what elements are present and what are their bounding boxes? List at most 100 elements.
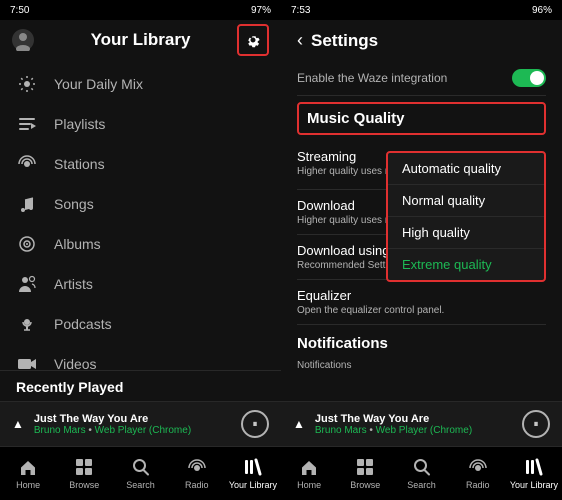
download-using-sub: Recommended Setti [297, 260, 400, 271]
songs-icon [16, 194, 38, 214]
right-browse-icon [355, 457, 375, 477]
left-nav-home[interactable]: Home [0, 447, 56, 500]
right-battery: 96% [532, 5, 552, 16]
right-nav-browse-label: Browse [350, 480, 380, 490]
right-nav-home[interactable]: Home [281, 447, 337, 500]
sidebar-item-songs[interactable]: Songs [0, 184, 281, 224]
left-nav-library[interactable]: Your Library [225, 447, 281, 500]
waze-toggle[interactable] [512, 69, 546, 87]
left-nav-library-label: Your Library [229, 480, 277, 490]
videos-label: Videos [54, 356, 97, 370]
playlists-label: Playlists [54, 116, 105, 132]
right-status-right: 96% [532, 5, 552, 16]
left-time: 7:50 [10, 5, 29, 16]
sidebar-item-videos[interactable]: Videos [0, 344, 281, 370]
library-icon [243, 457, 263, 477]
right-bottom-nav: Home Browse Search Radio Your Library [281, 446, 562, 500]
left-nav-home-label: Home [16, 480, 40, 490]
right-status-bar: 7:53 96% [281, 0, 562, 20]
left-nav-radio[interactable]: Radio [169, 447, 225, 500]
right-np-song-title: Just The Way You Are [315, 413, 512, 425]
right-np-artist: Bruno Mars • Web Player (Chrome) [315, 425, 512, 436]
right-chevron-up-icon: ▲ [293, 417, 305, 431]
sidebar-item-daily-mix[interactable]: Your Daily Mix [0, 64, 281, 104]
notifications-section-header: Notifications [297, 325, 546, 358]
quality-option-high[interactable]: High quality [388, 217, 544, 249]
recently-played-title: Recently Played [0, 370, 281, 401]
left-status-bar: 7:50 97% [0, 0, 281, 20]
right-panel: 7:53 96% ‹ Settings Enable the Waze inte… [281, 0, 562, 500]
right-nav-search[interactable]: Search [393, 447, 449, 500]
settings-gear-button[interactable] [237, 24, 269, 56]
right-now-playing-info: Just The Way You Are Bruno Mars • Web Pl… [315, 413, 512, 436]
left-nav-browse-label: Browse [69, 480, 99, 490]
sidebar-item-podcasts[interactable]: Podcasts [0, 304, 281, 344]
streaming-setting-row: Streaming Higher quality uses more data.… [297, 141, 546, 190]
right-header-title: Settings [311, 31, 378, 51]
left-nav-search[interactable]: Search [112, 447, 168, 500]
playlists-icon [16, 114, 38, 134]
download-using-label: Download using c [297, 243, 400, 258]
left-nav-radio-label: Radio [185, 480, 209, 490]
left-header-title: Your Library [91, 30, 191, 50]
right-library-icon [524, 457, 544, 477]
quality-option-normal[interactable]: Normal quality [388, 185, 544, 217]
back-button[interactable]: ‹ [297, 30, 303, 51]
equalizer-label: Equalizer [297, 288, 546, 303]
right-radio-icon [468, 457, 488, 477]
stations-icon [16, 154, 38, 174]
quality-option-automatic[interactable]: Automatic quality [388, 153, 544, 185]
left-now-playing-info: Just The Way You Are Bruno Mars • Web Pl… [34, 413, 231, 436]
music-quality-section-header: Music Quality [297, 102, 546, 135]
quality-dropdown-box: Automatic quality Normal quality High qu… [386, 151, 546, 282]
waze-label: Enable the Waze integration [297, 71, 447, 85]
search-icon [131, 457, 151, 477]
left-panel: 7:50 97% Your Library [0, 0, 281, 500]
left-status-left: 7:50 [10, 5, 29, 16]
right-nav-search-label: Search [407, 480, 436, 490]
left-header: Your Library [0, 20, 281, 60]
left-pause-button[interactable]: ⏸ [241, 410, 269, 438]
sidebar-item-stations[interactable]: Stations [0, 144, 281, 184]
right-nav-radio-label: Radio [466, 480, 490, 490]
right-nav-library[interactable]: Your Library [506, 447, 562, 500]
left-nav-browse[interactable]: Browse [56, 447, 112, 500]
albums-label: Albums [54, 236, 101, 252]
left-np-artist: Bruno Mars • Web Player (Chrome) [34, 425, 231, 436]
left-nav-search-label: Search [126, 480, 155, 490]
sidebar-item-playlists[interactable]: Playlists [0, 104, 281, 144]
left-np-song-title: Just The Way You Are [34, 413, 231, 425]
right-nav-browse[interactable]: Browse [337, 447, 393, 500]
nav-list: Your Daily Mix Playlists [0, 60, 281, 370]
left-status-right: 97% [251, 5, 271, 16]
right-now-playing[interactable]: ▲ Just The Way You Are Bruno Mars • Web … [281, 401, 562, 446]
stations-label: Stations [54, 156, 105, 172]
avatar [12, 29, 34, 51]
videos-icon [16, 354, 38, 370]
artists-label: Artists [54, 276, 93, 292]
podcasts-icon [16, 314, 38, 334]
right-nav-radio[interactable]: Radio [450, 447, 506, 500]
radio-icon [187, 457, 207, 477]
notifications-sub: Notifications [297, 360, 546, 371]
podcasts-label: Podcasts [54, 316, 112, 332]
right-nav-home-label: Home [297, 480, 321, 490]
left-bottom-nav: Home Browse Search Radio Your Library [0, 446, 281, 500]
waze-setting-row: Enable the Waze integration [297, 61, 546, 96]
right-header: ‹ Settings [281, 20, 562, 61]
artists-icon [16, 274, 38, 294]
right-nav-library-label: Your Library [510, 480, 558, 490]
equalizer-sub: Open the equalizer control panel. [297, 305, 546, 316]
daily-mix-label: Your Daily Mix [54, 76, 143, 92]
sidebar-item-albums[interactable]: Albums [0, 224, 281, 264]
settings-content: Enable the Waze integration Music Qualit… [281, 61, 562, 401]
right-search-icon [412, 457, 432, 477]
sidebar-item-artists[interactable]: Artists [0, 264, 281, 304]
left-now-playing[interactable]: ▲ Just The Way You Are Bruno Mars • Web … [0, 401, 281, 446]
daily-mix-icon [16, 74, 38, 94]
right-status-left: 7:53 [291, 5, 310, 16]
right-time: 7:53 [291, 5, 310, 16]
right-pause-button[interactable]: ⏸ [522, 410, 550, 438]
home-icon [18, 457, 38, 477]
quality-option-extreme[interactable]: Extreme quality [388, 249, 544, 280]
